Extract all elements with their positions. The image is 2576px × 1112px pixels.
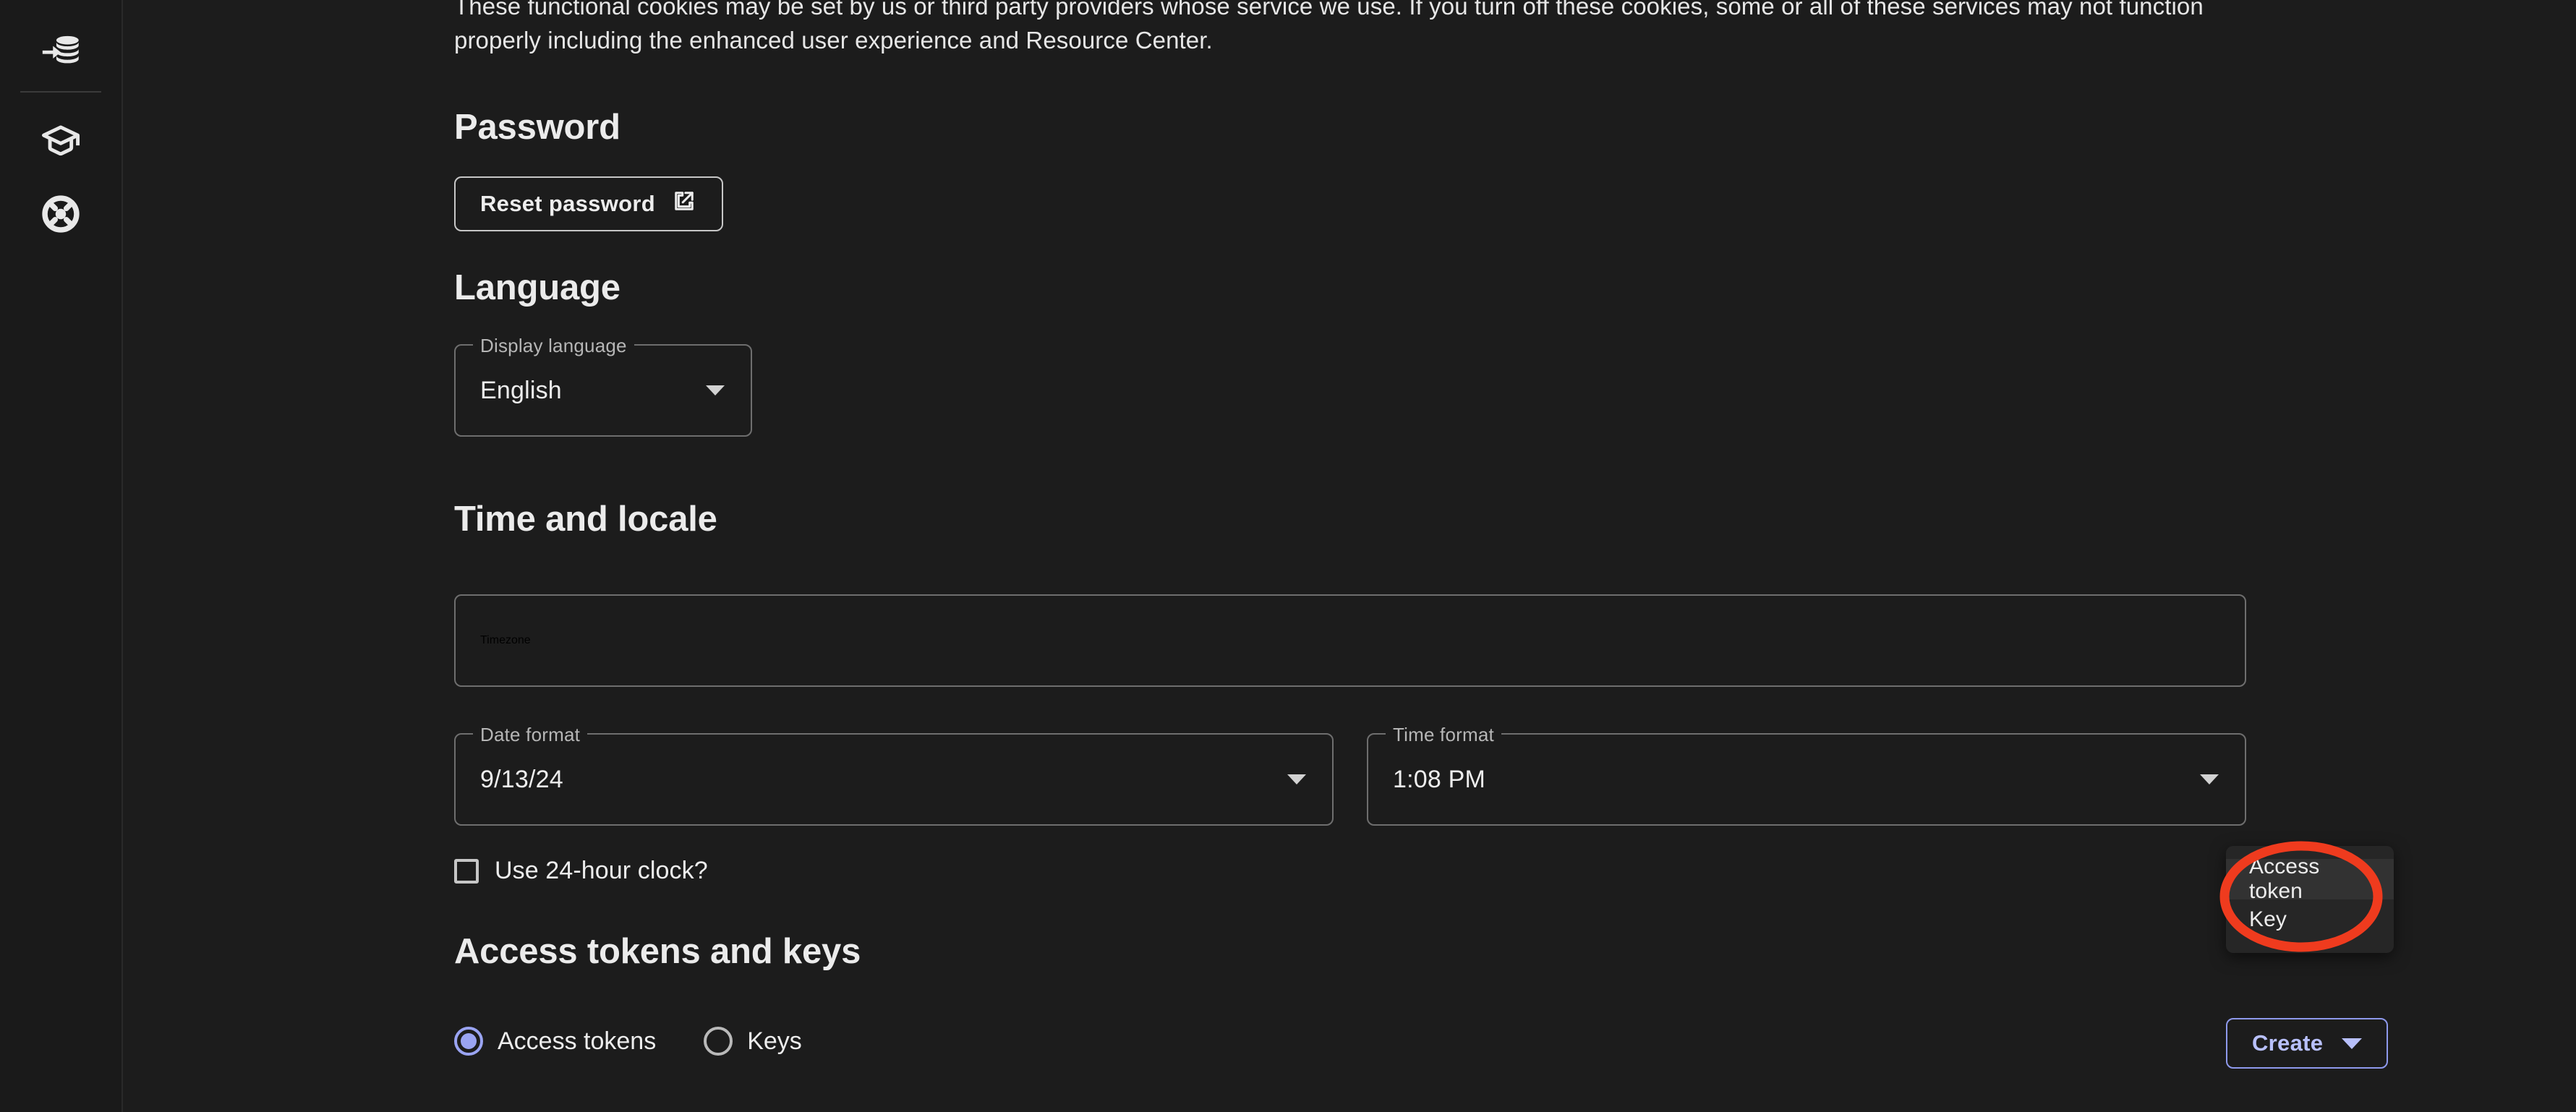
tokens-heading: Access tokens and keys [454, 932, 861, 971]
use-24h-clock-checkbox[interactable]: Use 24-hour clock? [454, 857, 708, 885]
create-button-label: Create [2252, 1030, 2324, 1056]
external-link-icon [671, 188, 697, 220]
learning-icon [40, 121, 81, 162]
password-heading: Password [454, 108, 620, 147]
menu-item-access-token-label: Access token [2249, 855, 2320, 903]
radio-access-tokens-label: Access tokens [498, 1027, 657, 1055]
language-heading: Language [454, 268, 620, 307]
token-type-radio-group: Access tokens Keys [454, 1027, 2246, 1056]
display-language-label: Display language [473, 335, 634, 357]
radio-keys[interactable]: Keys [704, 1027, 802, 1056]
date-format-select[interactable]: Date format 9/13/24 [454, 724, 1334, 826]
date-format-label: Date format [473, 724, 588, 746]
reset-password-label: Reset password [480, 191, 655, 216]
sidebar-item-support[interactable] [20, 178, 101, 250]
time-format-value: 1:08 PM [1393, 765, 1486, 793]
menu-item-access-token[interactable]: Access token [2226, 855, 2394, 903]
timezone-placeholder: Timezone [480, 634, 531, 646]
menu-item-key-label: Key [2249, 907, 2287, 931]
reset-password-button[interactable]: Reset password [454, 176, 723, 231]
sidebar-divider [20, 91, 101, 93]
time-format-select[interactable]: Time format 1:08 PM [1367, 724, 2246, 826]
support-icon [40, 194, 81, 234]
menu-item-key[interactable]: Key [2226, 899, 2394, 940]
settings-content: We use cookies to provide guided tours, … [123, 0, 2576, 1112]
chevron-down-icon [706, 385, 725, 395]
date-format-value: 9/13/24 [480, 765, 563, 793]
time-format-label: Time format [1386, 724, 1501, 746]
cookie-notice-text: We use cookies to provide guided tours, … [454, 0, 2204, 54]
create-dropdown-menu: Access token Key [2226, 846, 2394, 953]
radio-selected-icon [454, 1027, 483, 1056]
left-nav-rail [0, 0, 123, 1112]
sidebar-item-learning[interactable] [20, 106, 101, 178]
app-root: We use cookies to provide guided tours, … [0, 0, 2576, 1112]
time-locale-heading: Time and locale [454, 500, 717, 539]
data-import-icon [40, 32, 81, 72]
chevron-down-icon [1287, 774, 1306, 784]
chevron-down-icon [2342, 1038, 2363, 1049]
use-24h-clock-label: Use 24-hour clock? [495, 857, 708, 884]
checkbox-box-icon [454, 858, 479, 884]
sidebar-item-data[interactable] [20, 16, 101, 88]
display-language-select[interactable]: Display language English [454, 335, 752, 437]
chevron-down-icon [2200, 774, 2219, 784]
radio-unselected-icon [704, 1027, 733, 1056]
create-button[interactable]: Create [2226, 1018, 2389, 1069]
display-language-value: English [480, 376, 562, 404]
radio-keys-label: Keys [747, 1027, 802, 1055]
radio-access-tokens[interactable]: Access tokens [454, 1027, 656, 1056]
timezone-input[interactable]: Timezone [454, 594, 2246, 687]
